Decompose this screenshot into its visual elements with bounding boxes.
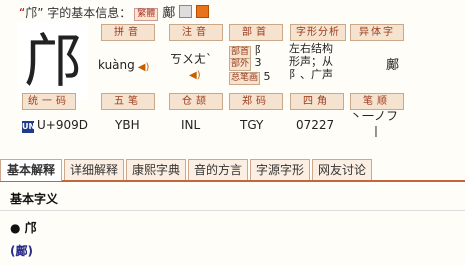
large-character: 邝 — [18, 22, 88, 100]
zixing-value: 左右结构 形声；从 阝、广声 — [289, 42, 333, 81]
tab-discussion[interactable]: 网友讨论 — [312, 159, 372, 180]
title-char: 邝 — [25, 6, 38, 20]
zongbihua-value: 5 — [263, 70, 271, 83]
tab-dialect[interactable]: 音的方言 — [188, 159, 248, 180]
zixing-label: 字形分析 — [290, 24, 346, 41]
title-rest: ” 字的基本信息： — [37, 6, 132, 20]
tab-kangxi[interactable]: 康熙字典 — [126, 159, 186, 180]
entry-char: 邝 — [24, 221, 37, 235]
traditional-form: (鄺) — [10, 244, 33, 258]
bullet-icon: ● — [10, 221, 21, 235]
zongbihua-row: 总笔画 5 — [229, 70, 271, 85]
cangjie-value: INL — [181, 118, 201, 132]
bishun-line-2: 丨 — [370, 125, 383, 139]
bishun-line-1: 丶一ノフ — [350, 109, 399, 123]
tab-basic[interactable]: 基本解释 — [0, 159, 62, 181]
unicode-label: 统一码 — [22, 93, 76, 110]
zixing-line-1: 左右结构 — [289, 42, 333, 55]
yiti-label: 异体字 — [350, 24, 404, 41]
tab-etymology[interactable]: 字源字形 — [250, 159, 310, 180]
zhuyin-label: 注音 — [169, 24, 223, 41]
traditional-badge[interactable]: 繁體 — [134, 8, 159, 21]
zhuyin-speaker[interactable]: ◀) — [186, 66, 201, 81]
cangjie-label: 仓颉 — [169, 93, 223, 110]
zhengma-value: TGY — [240, 118, 264, 132]
bushouwai-row: 部外 3 — [229, 56, 262, 71]
zhengma-label: 郑码 — [229, 93, 283, 110]
definition-entry: ● 邝 — [10, 219, 37, 236]
section-title: 基本字义 — [10, 192, 59, 206]
unicode-icon[interactable]: UN — [22, 121, 35, 133]
zongbihua-label: 总笔画 — [229, 72, 261, 85]
zixing-line-2: 形声；从 — [289, 55, 333, 68]
variant-char: 鄺 — [162, 6, 176, 21]
bishun-value: 丶一ノフ 丨 — [350, 108, 398, 140]
pinyin-text: kuàng — [98, 58, 135, 72]
speaker-icon[interactable]: ◀) — [138, 63, 150, 73]
speaker-icon[interactable]: ◀) — [189, 71, 201, 81]
tab-bar: 基本解释 详细解释 康熙字典 音的方言 字源字形 网友讨论 — [0, 157, 465, 182]
bushouwai-value: 3 — [254, 56, 262, 69]
wubi-label: 五笔 — [101, 93, 155, 110]
sijiao-label: 四角 — [290, 93, 344, 110]
zhuyin-value: ㄎㄨㄤˋ — [170, 52, 213, 66]
wubi-value: YBH — [115, 118, 140, 132]
zixing-line-3: 阝、广声 — [289, 68, 333, 81]
image-icon[interactable] — [179, 5, 193, 18]
yiti-value[interactable]: 鄺 — [386, 54, 399, 73]
hanzi-icon[interactable] — [196, 5, 210, 18]
unicode-value: UN U+909D — [22, 118, 88, 133]
unicode-text: U+909D — [37, 118, 88, 132]
bushou-label: 部首 — [229, 24, 283, 41]
sijiao-value: 07227 — [296, 118, 335, 132]
page-title: “邝” 字的基本信息： 繁體鄺 — [19, 2, 210, 21]
tab-detailed[interactable]: 详细解释 — [64, 159, 124, 180]
pinyin-value: kuàng ◀) — [98, 58, 149, 73]
divider — [0, 210, 465, 211]
pinyin-label: 拼音 — [101, 24, 155, 41]
